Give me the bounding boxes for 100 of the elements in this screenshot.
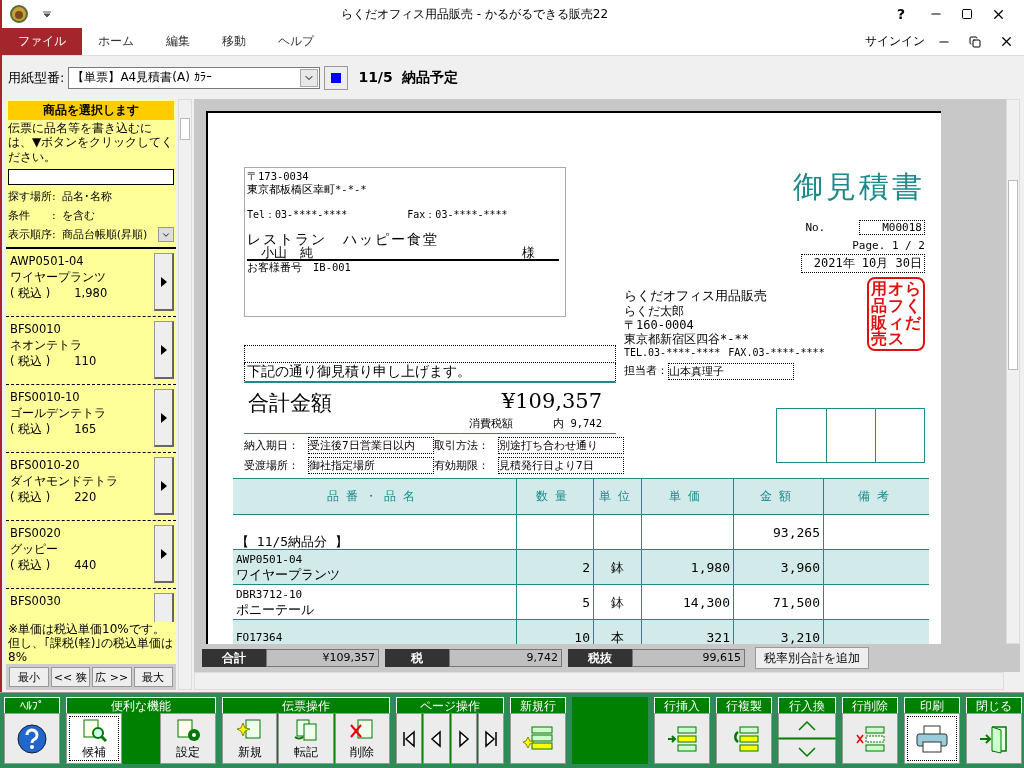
product-code: BFS0010-20 bbox=[10, 457, 81, 474]
product-name: ワイヤープランツ bbox=[10, 269, 107, 286]
table-cell: 3,210 bbox=[733, 620, 823, 644]
postal-code: 〒173-0034 bbox=[247, 170, 310, 183]
table-cell: 321 bbox=[641, 620, 733, 644]
staff-label: 担当者： bbox=[624, 363, 668, 379]
toolbar-button[interactable]: 候補 bbox=[66, 713, 122, 764]
item-name: ワイヤープランツ bbox=[236, 567, 340, 582]
help-button[interactable]: ? bbox=[896, 6, 905, 22]
toolbar-button[interactable]: 新規 bbox=[222, 713, 278, 764]
tax-label: ( 税込 ) bbox=[10, 285, 51, 302]
menu-tab[interactable]: ヘルプ bbox=[262, 28, 330, 55]
table-cell: 93,265 bbox=[733, 515, 823, 550]
table-cell: 鉢 bbox=[593, 585, 641, 620]
insert-row-icon bbox=[666, 723, 698, 754]
toolbar-button[interactable] bbox=[4, 713, 60, 764]
dropdown-button[interactable] bbox=[300, 68, 319, 87]
toolbar-button[interactable]: 削除 bbox=[334, 713, 390, 764]
table-cell: 3,960 bbox=[733, 550, 823, 585]
restore-icon[interactable] bbox=[969, 35, 981, 48]
add-tax-totals-button[interactable]: 税率別合計を追加 bbox=[755, 647, 869, 669]
toolbar-button[interactable] bbox=[423, 713, 450, 764]
toolbar-button[interactable] bbox=[450, 713, 477, 764]
product-price: 110 bbox=[74, 353, 97, 370]
triangle-right-icon bbox=[159, 343, 168, 356]
size-button[interactable]: 最大 bbox=[133, 667, 173, 687]
last-page-icon bbox=[483, 729, 498, 748]
size-button[interactable]: 最小 bbox=[9, 667, 49, 687]
toolbar-button[interactable] bbox=[477, 713, 504, 764]
tax-label: ( 税込 ) bbox=[10, 489, 51, 506]
group-title: 印刷 bbox=[904, 697, 960, 713]
form-label: 用紙型番: bbox=[8, 68, 65, 87]
product-name: グッピー bbox=[10, 541, 59, 558]
group-title: 行挿入 bbox=[654, 697, 710, 713]
column-header: 金額 bbox=[733, 478, 823, 515]
table-cell: 10 bbox=[516, 620, 593, 644]
company-tel: TEL.03-****-**** bbox=[624, 346, 721, 360]
customer-address: 東京都板橋区幸町*-*-* bbox=[247, 183, 368, 196]
product-price: 165 bbox=[74, 421, 97, 438]
size-button[interactable]: << 狭 bbox=[50, 667, 90, 687]
summary-value: 99,615 bbox=[632, 649, 745, 667]
maximize-icon[interactable] bbox=[961, 8, 973, 20]
column-header: 品番・品名 bbox=[233, 478, 516, 515]
summary-label: 合計 bbox=[202, 649, 266, 667]
customer-number: お客様番号 IB-001 bbox=[247, 261, 352, 274]
table-cell: 5 bbox=[516, 585, 593, 620]
product-code: BFS0010 bbox=[10, 321, 62, 338]
pick-button[interactable] bbox=[154, 457, 174, 516]
summary-value: ¥109,357 bbox=[266, 649, 379, 667]
pick-button[interactable] bbox=[154, 525, 174, 584]
size-button[interactable]: 広 >> bbox=[92, 667, 132, 687]
pick-button[interactable] bbox=[154, 321, 174, 380]
product-code: BFS0030 bbox=[10, 593, 62, 610]
product-name: ゴールデンテトラ bbox=[10, 405, 107, 422]
dropdown-arrow-icon[interactable] bbox=[42, 9, 52, 19]
sign-in-link[interactable]: サインイン bbox=[865, 33, 925, 50]
group-title: 行複製 bbox=[716, 697, 772, 713]
toolbar-button[interactable]: 転記 bbox=[278, 713, 334, 764]
menu-tab[interactable]: 編集 bbox=[150, 28, 206, 55]
item-code: AWP0501-04 bbox=[236, 552, 303, 567]
company-person: らくだ太郎 bbox=[624, 304, 685, 318]
dropdown-button[interactable] bbox=[158, 227, 174, 243]
summary-label: 税抜 bbox=[568, 649, 632, 667]
message-text: 下記の通り御見積り申し上げます。 bbox=[244, 363, 616, 383]
product-code: BFS0020 bbox=[10, 525, 62, 542]
tax-amount: 内 9,742 bbox=[553, 417, 602, 431]
company-stamp: 用品販売 オフィス らくだ bbox=[867, 277, 925, 351]
pick-button[interactable] bbox=[154, 253, 174, 312]
toolbar-button[interactable]: 設定 bbox=[160, 713, 216, 764]
vertical-scrollbar[interactable] bbox=[178, 99, 192, 690]
document-gear-icon bbox=[175, 716, 201, 743]
term-label: 有効期限： bbox=[434, 458, 490, 473]
total-label: 合計金額 bbox=[248, 390, 332, 417]
vertical-scrollbar[interactable] bbox=[1006, 99, 1020, 644]
menu-tab[interactable]: ホーム bbox=[82, 28, 150, 55]
pick-button[interactable] bbox=[154, 389, 174, 448]
group-title: 閉じる bbox=[966, 697, 1022, 713]
term-label: 受渡場所： bbox=[244, 458, 300, 473]
tax-label: ( 税込 ) bbox=[10, 353, 51, 370]
exit-door-icon bbox=[978, 723, 1010, 754]
search-field[interactable] bbox=[8, 169, 174, 186]
group-title: 行入換 bbox=[778, 697, 836, 713]
triangle-right-icon bbox=[159, 275, 168, 288]
color-button[interactable] bbox=[324, 65, 349, 90]
panel-title: 商品を選択します bbox=[8, 101, 174, 120]
close-icon[interactable] bbox=[999, 34, 1014, 49]
product-name: ネオンテトラ bbox=[10, 337, 83, 354]
product-code: BFS0010-10 bbox=[10, 389, 81, 406]
company-fax: FAX.03-****-**** bbox=[728, 346, 825, 360]
toolbar-button[interactable] bbox=[904, 713, 960, 764]
menu-tab[interactable]: 移動 bbox=[206, 28, 262, 55]
menu-tab[interactable]: ファイル bbox=[2, 28, 82, 55]
group-title: 便利な機能 bbox=[66, 697, 216, 713]
filter-label: 条件 : bbox=[8, 208, 56, 224]
form-select[interactable]: 【単票】A4見積書(A) ｶﾗｰ bbox=[68, 66, 321, 89]
horizontal-scrollbar[interactable] bbox=[194, 672, 1004, 690]
filter-value[interactable]: 商品台帳順(昇順) bbox=[61, 227, 152, 243]
copy-documents-icon bbox=[293, 716, 319, 743]
toolbar-button[interactable] bbox=[396, 713, 423, 764]
term-value: 別途打ち合わせ通り bbox=[498, 437, 624, 454]
